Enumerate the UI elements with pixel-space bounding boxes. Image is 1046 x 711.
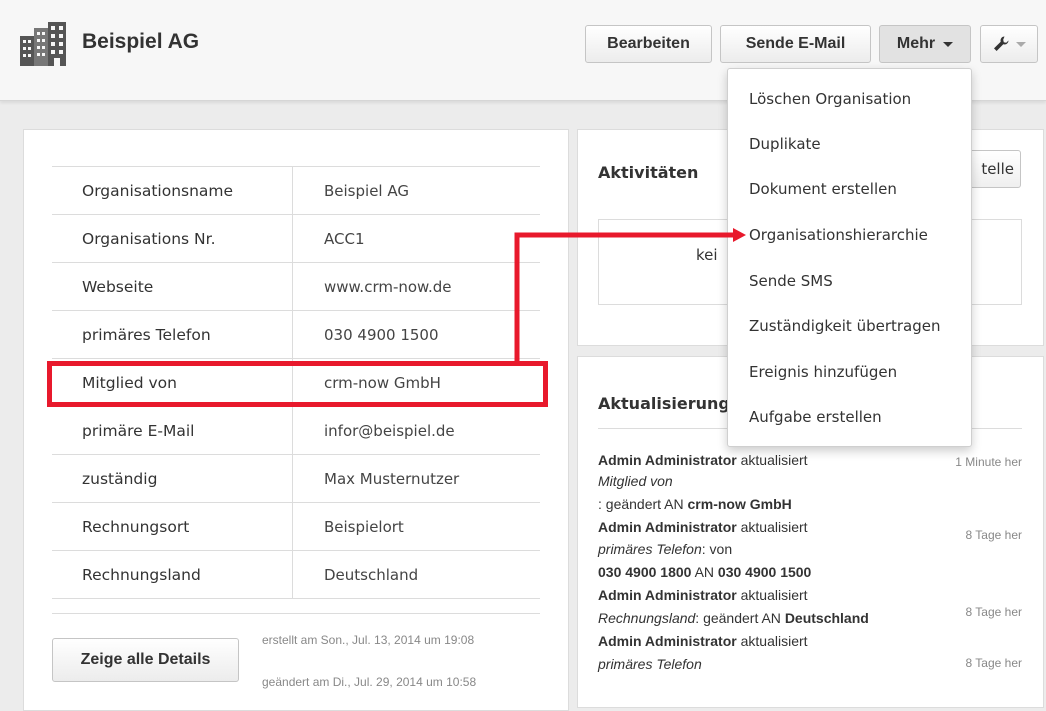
feed-field: Mitglied von (598, 473, 673, 489)
send-email-button[interactable]: Sende E-Mail (720, 25, 871, 63)
caret-down-icon (943, 41, 954, 47)
detail-label: Webseite (52, 262, 293, 311)
feed-action: aktualisiert (740, 452, 808, 468)
edit-button-label: Bearbeiten (607, 35, 690, 52)
settings-menu-button[interactable] (980, 25, 1038, 63)
menu-item-create-task[interactable]: Aufgabe erstellen (749, 408, 882, 426)
feed-entry-header: Admin Administrator aktualisiert (598, 519, 808, 535)
feed-action: aktualisiert (740, 633, 808, 649)
feed-field-name: Rechnungsland (598, 610, 696, 626)
feed-new-value: crm-now GmbH (687, 496, 792, 512)
highlight-box (47, 361, 548, 407)
activities-title: Aktivitäten (598, 163, 699, 182)
updates-title: Aktualisierung (598, 394, 730, 413)
feed-action: aktualisiert (740, 519, 808, 535)
building-icon (20, 22, 66, 66)
detail-label: primäre E-Mail (52, 406, 293, 455)
feed-field: primäres Telefon (598, 656, 702, 672)
detail-row: Organisationsname Beispiel AG (52, 166, 540, 215)
detail-value: ACC1 (292, 214, 540, 263)
feed-change-prefix: : geändert AN (598, 496, 684, 512)
menu-item-add-event[interactable]: Ereignis hinzufügen (749, 363, 897, 381)
caret-down-icon (1016, 41, 1026, 47)
detail-row: primäres Telefon 030 4900 1500 (52, 310, 540, 359)
divider (52, 613, 540, 614)
feed-change: Rechnungsland: geändert AN Deutschland (598, 610, 869, 626)
detail-label: primäres Telefon (52, 310, 293, 359)
detail-value: infor@beispiel.de (292, 406, 540, 455)
menu-item-create-document[interactable]: Dokument erstellen (749, 180, 897, 198)
feed-field-name: primäres Telefon (598, 656, 702, 672)
show-all-details-label: Zeige alle Details (80, 651, 211, 668)
feed-old-value: 030 4900 1800 (598, 564, 692, 580)
feed-time: 8 Tage her (965, 528, 1023, 542)
feed-time: 1 Minute her (955, 455, 1022, 469)
feed-user-link[interactable]: Admin Administrator (598, 587, 737, 603)
feed-new-value: 030 4900 1500 (717, 564, 812, 580)
feed-new-value: Deutschland (784, 610, 869, 626)
feed-change: 030 4900 1800 AN 030 4900 1500 (598, 564, 811, 580)
detail-label: Organisations Nr. (52, 214, 293, 263)
feed-user-link[interactable]: Admin Administrator (598, 633, 737, 649)
menu-item-duplicate[interactable]: Duplikate (749, 135, 821, 153)
more-button-label: Mehr (896, 35, 936, 52)
modified-date: geändert am Di., Jul. 29, 2014 um 10:58 (262, 675, 477, 689)
detail-value: Beispiel AG (292, 166, 540, 215)
detail-value: Beispielort (292, 502, 540, 551)
show-all-details-button[interactable]: Zeige alle Details (52, 638, 239, 682)
feed-change-prefix: : geändert AN (695, 610, 781, 626)
detail-value: 030 4900 1500 (292, 310, 540, 359)
activities-empty-text: kei (696, 246, 718, 264)
detail-label: zuständig (52, 454, 293, 503)
menu-item-organization-hierarchy[interactable]: Organisationshierarchie (749, 226, 928, 244)
more-dropdown-menu: Löschen Organisation Duplikate Dokument … (727, 68, 972, 447)
feed-entry-header: Admin Administrator aktualisiert (598, 587, 808, 603)
feed-action: aktualisiert (740, 587, 808, 603)
feed-user-link[interactable]: Admin Administrator (598, 519, 737, 535)
detail-value: Max Musternutzer (292, 454, 540, 503)
menu-item-send-sms[interactable]: Sende SMS (749, 272, 833, 290)
detail-row: Rechnungsland Deutschland (52, 550, 540, 599)
record-title: Beispiel AG (82, 30, 200, 53)
detail-value: www.crm-now.de (292, 262, 540, 311)
more-menu-button[interactable]: Mehr (879, 25, 971, 63)
edit-button[interactable]: Bearbeiten (585, 25, 712, 63)
feed-an: AN (694, 564, 715, 580)
detail-row: Rechnungsort Beispielort (52, 502, 540, 551)
menu-item-transfer-ownership[interactable]: Zuständigkeit übertragen (749, 317, 941, 335)
feed-time: 8 Tage her (965, 656, 1023, 670)
feed-field-name: primäres Telefon (598, 541, 702, 557)
activities-add-button-label: telle (981, 160, 1014, 178)
feed-entry-header: Admin Administrator aktualisiert (598, 633, 808, 649)
detail-label: Rechnungsort (52, 502, 293, 551)
feed-change: primäres Telefon: von (598, 541, 732, 557)
detail-label: Rechnungsland (52, 550, 293, 599)
created-date: erstellt am Son., Jul. 13, 2014 um 19:08 (262, 633, 475, 647)
feed-change-prefix: : von (701, 541, 733, 557)
send-email-button-label: Sende E-Mail (745, 35, 846, 52)
feed-time: 8 Tage her (965, 605, 1023, 619)
feed-user-link[interactable]: Admin Administrator (598, 452, 737, 468)
wrench-icon (994, 36, 1009, 51)
feed-field-name: Mitglied von (598, 473, 673, 489)
feed-entry-header: Admin Administrator aktualisiert (598, 452, 808, 468)
detail-row: primäre E-Mail infor@beispiel.de (52, 406, 540, 455)
detail-row: Organisations Nr. ACC1 (52, 214, 540, 263)
detail-row: Webseite www.crm-now.de (52, 262, 540, 311)
detail-label: Organisationsname (52, 166, 293, 215)
detail-row: zuständig Max Musternutzer (52, 454, 540, 503)
feed-change: : geändert AN crm-now GmbH (598, 496, 792, 512)
menu-item-delete-organization[interactable]: Löschen Organisation (749, 90, 911, 108)
detail-value: Deutschland (292, 550, 540, 599)
